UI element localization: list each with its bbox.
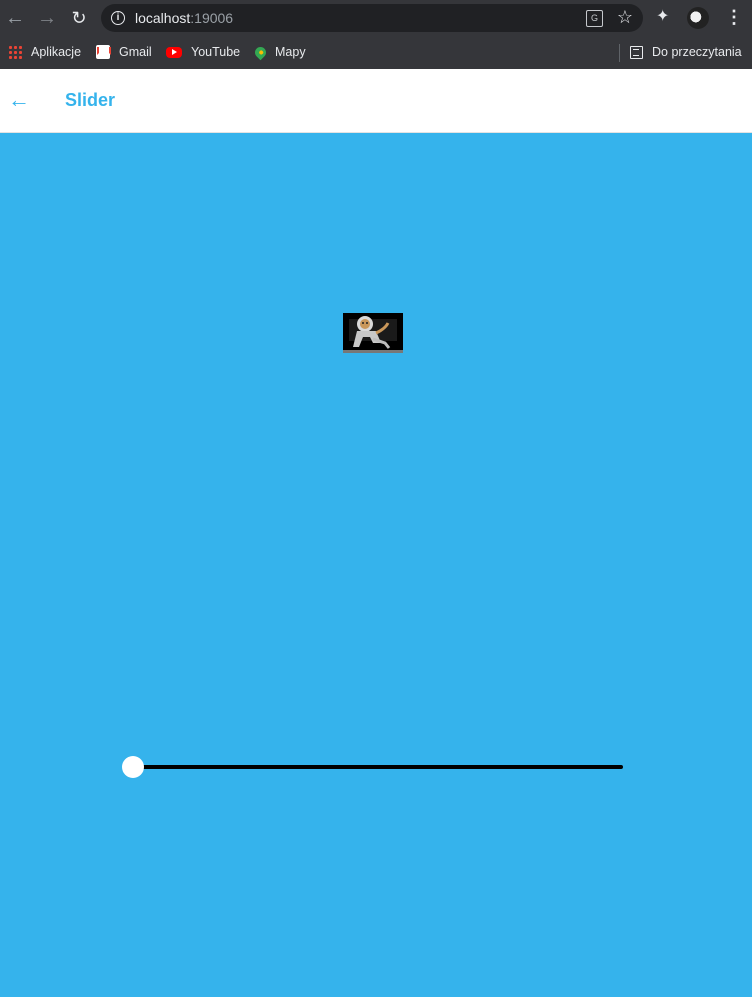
profile-avatar[interactable] [687,7,709,29]
app-header: ← Slider [0,69,752,133]
slider-thumb[interactable] [122,756,144,778]
site-info-icon[interactable]: i [111,11,125,25]
extensions-puzzle-icon[interactable]: ✦ [656,8,669,26]
slider[interactable] [122,756,626,778]
reading-list-label: Do przeczytania [652,45,742,59]
maps-icon [252,44,269,60]
address-bar[interactable]: i localhost:19006 G ☆ [101,4,643,32]
bookmark-maps[interactable]: Mapy [252,42,306,62]
reload-icon[interactable]: ↻ [68,7,90,29]
url-text[interactable]: localhost:19006 [135,10,233,26]
url-port: :19006 [190,10,234,26]
astronaut-monkey-image [343,313,403,353]
browser-toolbar: ← → ↻ i localhost:19006 G ☆ ✦ ⋮ [0,0,752,37]
bookmark-star-icon[interactable]: ☆ [617,7,633,27]
back-arrow-icon[interactable]: ← [4,7,26,29]
page-title: Slider [65,90,116,110]
bookmarks-bar: Aplikacje Gmail YouTube Mapy Do przeczyt… [0,37,752,69]
bookmark-label: Mapy [275,45,306,59]
bookmark-youtube[interactable]: YouTube [166,42,240,62]
bookmark-label: Gmail [119,45,152,59]
youtube-icon [166,46,182,58]
bookmark-gmail[interactable]: Gmail [96,42,152,62]
apps-grid-icon [8,45,22,59]
forward-arrow-icon[interactable]: → [36,7,58,29]
slider-track[interactable] [132,765,623,769]
browser-chrome: ← → ↻ i localhost:19006 G ☆ ✦ ⋮ Aplikacj… [0,0,752,69]
gmail-icon [96,45,110,59]
bookmark-label: Aplikacje [31,45,82,59]
bookmark-label: YouTube [191,45,241,59]
bookmarks-divider [619,44,620,62]
bookmark-apps[interactable]: Aplikacje [8,42,81,62]
translate-icon[interactable]: G [586,10,603,27]
reading-list-icon [630,45,643,59]
browser-menu-icon[interactable]: ⋮ [725,6,743,28]
reading-list[interactable]: Do przeczytania [630,42,742,62]
back-arrow-icon[interactable]: ← [8,89,30,111]
url-host: localhost [135,10,191,26]
